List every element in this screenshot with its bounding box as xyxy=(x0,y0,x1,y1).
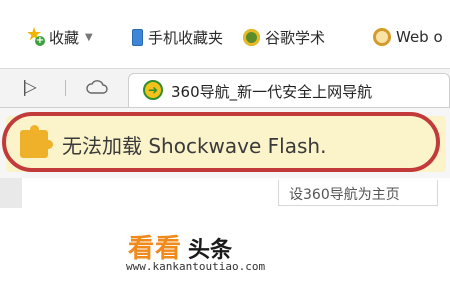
bookmark-web[interactable]: Web o xyxy=(373,26,443,48)
star-plus-icon: ★ + xyxy=(26,24,45,46)
chevron-down-icon[interactable]: ▼ xyxy=(85,32,93,43)
scholar-icon xyxy=(243,28,260,46)
left-panel xyxy=(0,178,22,208)
bookmark-favorites-button[interactable]: ★ + 收藏 ▼ xyxy=(26,26,93,48)
bookmark-mobile-label: 手机收藏夹 xyxy=(148,28,224,47)
notification-area: 无法加载 Shockwave Flash. xyxy=(0,108,450,178)
tab-360-navigation[interactable]: ➜ 360导航_新一代安全上网导航 xyxy=(128,73,450,107)
watermark-logo: 看看 头条 www.kankantoutiao.com xyxy=(124,228,324,278)
toolbar-divider xyxy=(65,80,66,96)
web-icon xyxy=(373,28,391,46)
plugin-puzzle-icon xyxy=(20,125,53,158)
bookmark-web-label: Web o xyxy=(396,28,443,46)
notification-message: 无法加载 Shockwave Flash. xyxy=(62,134,327,158)
watermark-url: www.kankantoutiao.com xyxy=(126,260,266,273)
tab-title: 360导航_新一代安全上网导航 xyxy=(171,83,373,101)
bookmark-favorites-label: 收藏 xyxy=(49,28,80,47)
bookmark-scholar-label: 谷歌学术 xyxy=(265,28,326,47)
cloud-icon[interactable] xyxy=(86,79,108,95)
set-homepage-link[interactable]: 设360导航为主页 xyxy=(278,180,438,206)
tab-bar: |▷ ➜ 360导航_新一代安全上网导航 xyxy=(0,69,450,108)
bookmark-google-scholar[interactable]: 谷歌学术 xyxy=(243,26,325,48)
sidebar-toggle-icon[interactable]: |▷ xyxy=(22,77,37,96)
bookmark-mobile-favorites[interactable]: 手机收藏夹 xyxy=(132,26,223,48)
360-favicon-icon: ➜ xyxy=(143,80,163,100)
bookmarks-bar: ★ + 收藏 ▼ 手机收藏夹 谷歌学术 Web o xyxy=(0,0,450,69)
phone-icon xyxy=(132,28,143,46)
plugin-notification-bar[interactable]: 无法加载 Shockwave Flash. xyxy=(6,116,446,172)
